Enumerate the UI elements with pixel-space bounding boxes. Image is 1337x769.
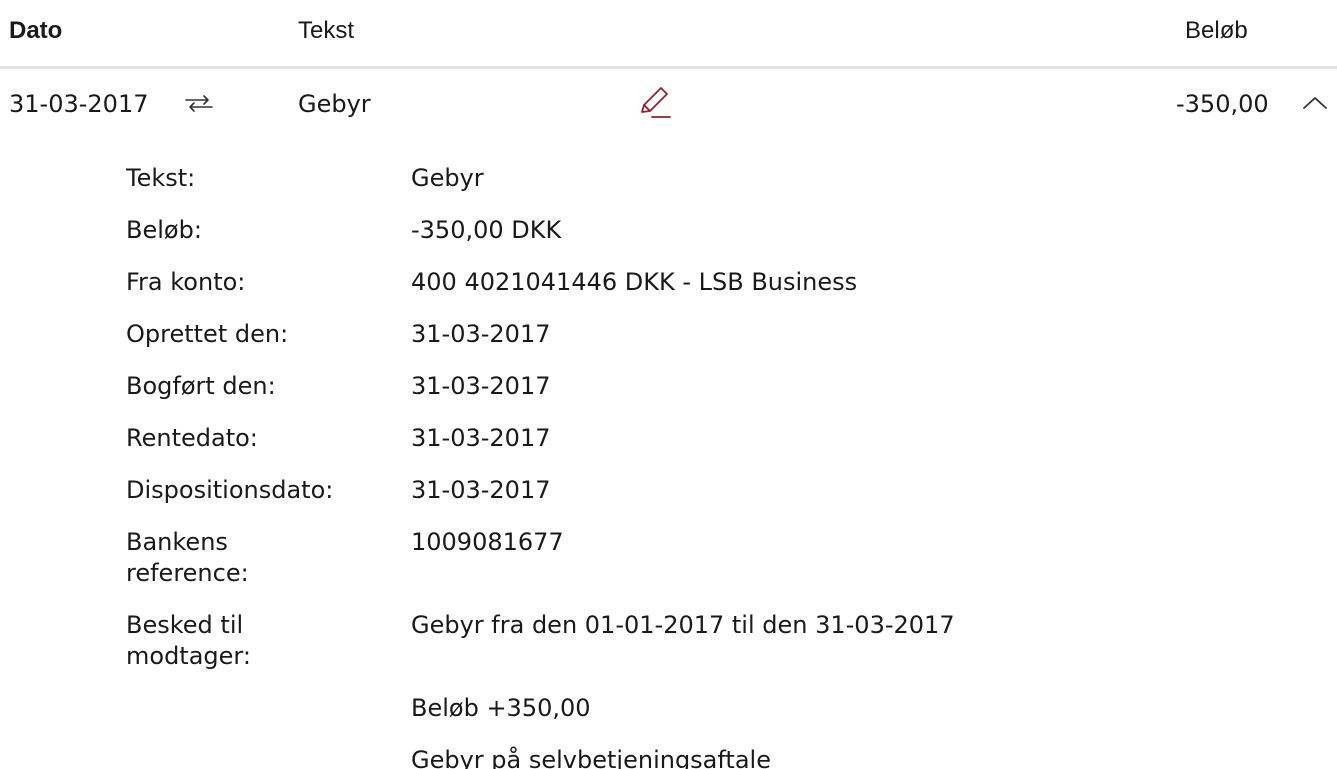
detail-value: 31-03-2017 [411,372,551,400]
detail-label: Dispositionsdato: [126,476,334,504]
column-header-date[interactable]: Dato [9,17,62,45]
detail-row-message: Besked til modtager: Gebyr fra den 01-01… [126,610,1326,672]
column-header-amount[interactable]: Beløb [1185,17,1248,45]
detail-row-amount: Beløb: -350,00 DKK [126,215,1326,246]
detail-value: 31-03-2017 [411,320,551,348]
transaction-text: Gebyr [298,90,371,118]
detail-label: Besked til modtager: [126,611,251,670]
transaction-amount: -350,00 [1176,90,1269,118]
detail-row-created: Oprettet den: 31-03-2017 [126,319,1326,350]
transfer-arrows-icon [180,87,216,117]
table-header: Dato Tekst Beløb [0,0,1337,69]
detail-row-booked: Bogført den: 31-03-2017 [126,371,1326,402]
detail-row-interest-date: Rentedato: 31-03-2017 [126,423,1326,454]
chevron-up-icon[interactable] [1301,94,1329,112]
detail-label: Fra konto: [126,268,246,296]
message-line: Beløb +350,00 [411,694,591,722]
message-line: Gebyr på selvbetjeningsaftale [411,746,771,769]
detail-row-bank-reference: Bankens reference: 1009081677 [126,527,1326,589]
detail-value: 400 4021041446 DKK - LSB Business [411,268,858,296]
detail-value: 31-03-2017 [411,476,551,504]
detail-label: Bogført den: [126,372,276,400]
column-header-text[interactable]: Tekst [298,17,354,45]
detail-row-disposition-date: Dispositionsdato: 31-03-2017 [126,475,1326,506]
detail-value: -350,00 DKK [411,216,562,244]
pencil-icon[interactable] [636,83,672,119]
detail-label: Rentedato: [126,424,258,452]
transaction-details: Tekst: Gebyr Beløb: -350,00 DKK Fra kont… [126,163,1326,769]
detail-value: 1009081677 [411,528,564,556]
detail-value: 31-03-2017 [411,424,551,452]
detail-row-from-account: Fra konto: 400 4021041446 DKK - LSB Busi… [126,267,1326,298]
detail-value: Gebyr [411,164,484,192]
detail-label: Tekst: [126,164,196,192]
detail-label: Beløb: [126,216,202,244]
detail-label: Bankens reference: [126,528,249,587]
detail-label: Oprettet den: [126,320,289,348]
transaction-date: 31-03-2017 [9,90,149,118]
detail-row-text: Tekst: Gebyr [126,163,1326,194]
transaction-row[interactable]: 31-03-2017 Gebyr -350,00 [0,69,1337,155]
detail-value: Gebyr fra den 01-01-2017 til den 31-03-2… [411,611,955,639]
